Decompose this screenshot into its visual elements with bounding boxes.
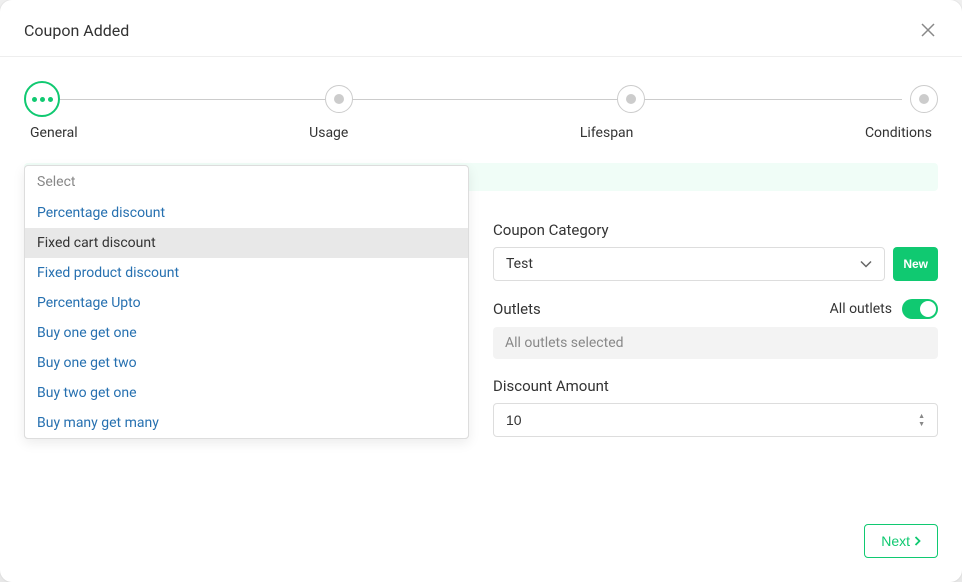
discount-amount-group: Discount Amount ▲ ▼ <box>493 377 938 437</box>
coupon-category-select[interactable]: Test <box>493 247 885 281</box>
coupon-modal: Coupon Added General Usage Lifespan Co <box>0 0 962 582</box>
outlets-display: All outlets selected <box>493 327 938 359</box>
close-icon[interactable] <box>918 20 938 40</box>
new-category-button[interactable]: New <box>893 247 938 281</box>
modal-header: Coupon Added <box>0 0 962 57</box>
discount-amount-label: Discount Amount <box>493 377 938 395</box>
step-usage[interactable] <box>325 85 353 113</box>
all-outlets-label: All outlets <box>830 301 892 317</box>
dropdown-item-fixed-product[interactable]: Fixed product discount <box>25 258 468 288</box>
dropdown-item-percentage-upto[interactable]: Percentage Upto <box>25 288 468 318</box>
chevron-right-icon <box>914 533 921 549</box>
content: Select Percentage discount Fixed cart di… <box>0 149 962 507</box>
coupon-category-value: Test <box>506 256 533 272</box>
modal-footer: Next <box>0 507 962 582</box>
dropdown-item-buy-many-get-many[interactable]: Buy many get many <box>25 408 468 438</box>
number-spinner: ▲ ▼ <box>918 413 925 428</box>
discount-type-dropdown: Select Percentage discount Fixed cart di… <box>24 165 469 439</box>
step-label-lifespan: Lifespan <box>580 125 634 141</box>
step-general[interactable] <box>24 81 60 117</box>
discount-amount-input[interactable] <box>506 412 910 428</box>
all-outlets-toggle[interactable] <box>902 299 938 319</box>
dropdown-item-buy-one-get-two[interactable]: Buy one get two <box>25 348 468 378</box>
dropdown-item-buy-two-get-one[interactable]: Buy two get one <box>25 378 468 408</box>
dropdown-select-label: Select <box>25 166 468 198</box>
next-button[interactable]: Next <box>864 524 938 558</box>
spinner-up-icon[interactable]: ▲ <box>918 413 925 420</box>
stepper: General Usage Lifespan Conditions <box>0 57 962 149</box>
step-lifespan[interactable] <box>617 85 645 113</box>
stepper-line <box>60 99 902 100</box>
discount-amount-input-wrap: ▲ ▼ <box>493 403 938 437</box>
modal-title: Coupon Added <box>24 21 129 40</box>
left-column: Select Percentage discount Fixed cart di… <box>24 165 469 483</box>
coupon-category-group: Coupon Category Test New <box>493 221 938 281</box>
chevron-down-icon <box>860 257 872 271</box>
next-button-label: Next <box>881 533 910 549</box>
step-label-general: General <box>30 125 78 141</box>
step-label-conditions: Conditions <box>865 125 932 141</box>
right-column: Coupon Category Test New Outlets All out <box>493 165 938 483</box>
outlets-group: Outlets All outlets All outlets selected <box>493 299 938 359</box>
outlets-label: Outlets <box>493 300 541 318</box>
coupon-category-label: Coupon Category <box>493 221 938 239</box>
dropdown-item-percentage-discount[interactable]: Percentage discount <box>25 198 468 228</box>
spinner-down-icon[interactable]: ▼ <box>918 421 925 428</box>
step-conditions[interactable] <box>910 85 938 113</box>
dropdown-item-buy-one-get-one[interactable]: Buy one get one <box>25 318 468 348</box>
dropdown-item-fixed-cart[interactable]: Fixed cart discount <box>25 228 468 258</box>
step-label-usage: Usage <box>309 125 348 141</box>
